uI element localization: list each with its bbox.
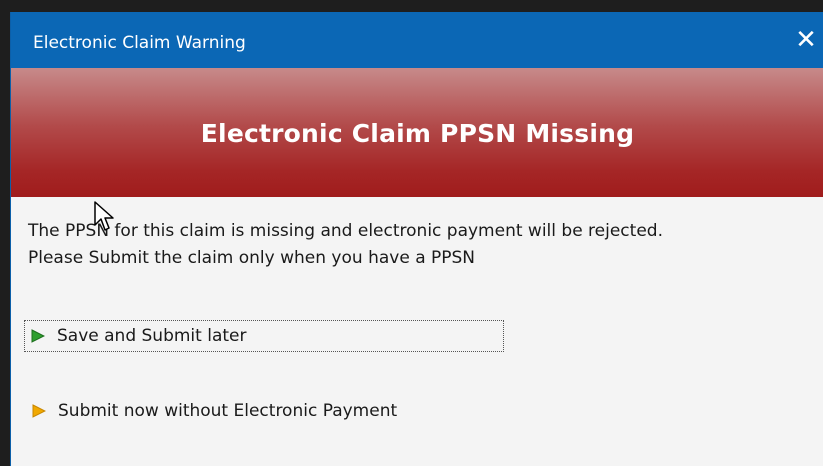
close-button[interactable]: ✕ — [788, 18, 823, 62]
close-icon: ✕ — [795, 25, 817, 55]
orange-arrow-icon — [32, 404, 46, 418]
submit-without-electronic-payment-label: Submit now without Electronic Payment — [58, 401, 398, 421]
save-and-submit-later-label: Save and Submit later — [57, 326, 247, 346]
mouse-cursor-icon — [94, 201, 114, 231]
warning-banner: Electronic Claim PPSN Missing — [11, 68, 823, 197]
message-line-2: Please Submit the claim only when you ha… — [28, 248, 476, 268]
banner-title: Electronic Claim PPSN Missing — [200, 119, 635, 148]
message-line-1: The PPSN for this claim is missing and e… — [28, 221, 663, 241]
window-title: Electronic Claim Warning — [33, 33, 246, 53]
green-arrow-icon — [31, 329, 45, 343]
warning-message: The PPSN for this claim is missing and e… — [28, 218, 663, 272]
title-bar[interactable]: Electronic Claim Warning ✕ — [11, 12, 823, 68]
save-and-submit-later-button[interactable]: Save and Submit later — [24, 320, 504, 352]
submit-without-electronic-payment-button[interactable]: Submit now without Electronic Payment — [24, 396, 397, 426]
